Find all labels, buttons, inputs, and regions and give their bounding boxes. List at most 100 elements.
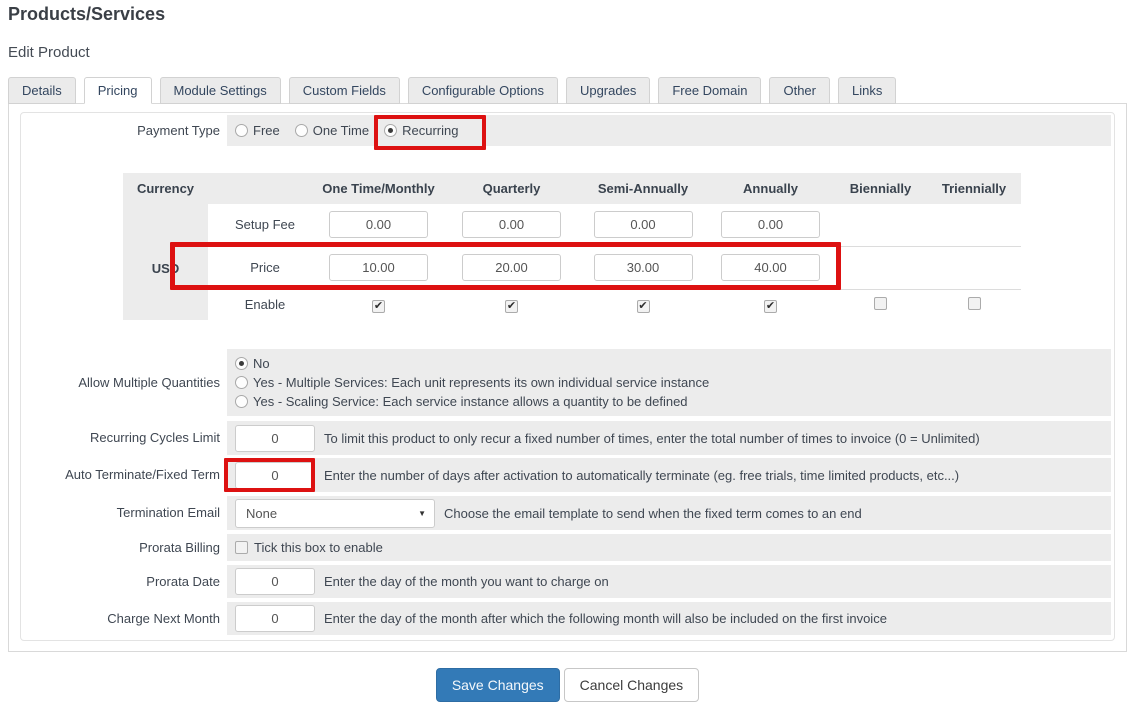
cancel-changes-button[interactable]: Cancel Changes xyxy=(564,668,700,702)
payment-type-row: Payment Type Free One Time Recurring xyxy=(24,115,1111,146)
header-triennially: Triennially xyxy=(927,173,1021,204)
setup-fee-annually-input[interactable] xyxy=(721,211,820,238)
prorata-billing-label: Prorata Billing xyxy=(24,534,227,561)
payment-type-option-free[interactable]: Free xyxy=(235,123,280,138)
setup-fee-quarterly-input[interactable] xyxy=(462,211,561,238)
price-monthly-input[interactable] xyxy=(329,254,428,281)
enable-semiannually-checkbox[interactable] xyxy=(637,300,650,313)
tab-pricing[interactable]: Pricing xyxy=(84,77,152,104)
charge-next-month-row: Charge Next Month Enter the day of the m… xyxy=(24,602,1111,635)
tab-other[interactable]: Other xyxy=(769,77,830,104)
prorata-date-label: Prorata Date xyxy=(24,565,227,598)
tab-details[interactable]: Details xyxy=(8,77,76,104)
tab-upgrades[interactable]: Upgrades xyxy=(566,77,650,104)
enable-monthly-checkbox[interactable] xyxy=(372,300,385,313)
radio-free-label: Free xyxy=(253,123,280,138)
charge-next-month-label: Charge Next Month xyxy=(24,602,227,635)
header-biennially: Biennially xyxy=(834,173,927,204)
tab-configurable-options[interactable]: Configurable Options xyxy=(408,77,558,104)
payment-type-label: Payment Type xyxy=(24,115,227,146)
currency-pricing-table: Currency One Time/Monthly Quarterly Semi… xyxy=(123,173,1021,320)
pricing-tab-panel: Payment Type Free One Time Recurring xyxy=(8,103,1127,652)
pricing-header-row: Currency One Time/Monthly Quarterly Semi… xyxy=(123,173,1021,204)
amq-option-multiple-services[interactable]: Yes - Multiple Services: Each unit repre… xyxy=(235,375,709,390)
price-label: Price xyxy=(208,246,313,289)
setup-fee-label: Setup Fee xyxy=(208,204,313,246)
termination-email-label: Termination Email xyxy=(24,496,227,530)
enable-annually-checkbox[interactable] xyxy=(764,300,777,313)
radio-amq-multiple-services[interactable] xyxy=(235,376,248,389)
enable-quarterly-checkbox[interactable] xyxy=(505,300,518,313)
radio-amq-no[interactable] xyxy=(235,357,248,370)
radio-recurring-label: Recurring xyxy=(402,123,458,138)
header-spacer xyxy=(208,173,313,204)
radio-amq-no-label: No xyxy=(253,356,270,371)
auto-terminate-input[interactable] xyxy=(235,462,315,489)
prorata-billing-checkbox-label: Tick this box to enable xyxy=(254,540,383,555)
header-one-time-monthly: One Time/Monthly xyxy=(313,173,444,204)
tab-custom-fields[interactable]: Custom Fields xyxy=(289,77,400,104)
save-changes-button[interactable]: Save Changes xyxy=(436,668,560,702)
charge-next-month-input[interactable] xyxy=(235,605,315,632)
amq-option-no[interactable]: No xyxy=(235,356,709,371)
allow-multiple-quantities-label: Allow Multiple Quantities xyxy=(24,349,227,416)
recurring-cycles-limit-label: Recurring Cycles Limit xyxy=(24,421,227,455)
products-services-page: Products/Services Edit Product Details P… xyxy=(0,0,1135,709)
radio-recurring[interactable] xyxy=(384,124,397,137)
radio-one-time-label: One Time xyxy=(313,123,369,138)
auto-terminate-label: Auto Terminate/Fixed Term xyxy=(24,458,227,492)
price-quarterly-input[interactable] xyxy=(462,254,561,281)
tab-module-settings[interactable]: Module Settings xyxy=(160,77,281,104)
termination-email-selected-value: None xyxy=(246,506,277,521)
prorata-billing-row: Prorata Billing Tick this box to enable xyxy=(24,534,1111,561)
auto-terminate-description: Enter the number of days after activatio… xyxy=(324,468,959,483)
prorata-date-input[interactable] xyxy=(235,568,315,595)
recurring-cycles-limit-description: To limit this product to only recur a fi… xyxy=(324,431,980,446)
enable-biennially-checkbox[interactable] xyxy=(874,297,887,310)
currency-cell: USD xyxy=(123,204,208,320)
header-semi-annually: Semi-Annually xyxy=(579,173,707,204)
enable-triennially-checkbox[interactable] xyxy=(968,297,981,310)
termination-email-select[interactable]: None ▼ xyxy=(235,499,435,528)
chevron-down-icon: ▼ xyxy=(418,509,426,518)
enable-row: Enable xyxy=(123,289,1021,320)
termination-email-row: Termination Email None ▼ Choose the emai… xyxy=(24,496,1111,530)
price-row: Price xyxy=(123,246,1021,289)
footer-actions: Save Changes Cancel Changes xyxy=(0,668,1135,702)
recurring-cycles-limit-input[interactable] xyxy=(235,425,315,452)
radio-amq-scaling-service[interactable] xyxy=(235,395,248,408)
price-annually-input[interactable] xyxy=(721,254,820,281)
termination-email-description: Choose the email template to send when t… xyxy=(444,506,862,521)
header-currency: Currency xyxy=(123,173,208,204)
setup-fee-monthly-input[interactable] xyxy=(329,211,428,238)
radio-amq-scaling-service-label: Yes - Scaling Service: Each service inst… xyxy=(253,394,688,409)
auto-terminate-row: Auto Terminate/Fixed Term Enter the numb… xyxy=(24,458,1111,492)
amq-option-scaling-service[interactable]: Yes - Scaling Service: Each service inst… xyxy=(235,394,709,409)
page-subtitle: Edit Product xyxy=(8,44,1135,61)
allow-multiple-quantities-row: Allow Multiple Quantities No Yes - Multi… xyxy=(24,349,1111,416)
prorata-billing-checkbox[interactable] xyxy=(235,541,248,554)
radio-free[interactable] xyxy=(235,124,248,137)
tab-free-domain[interactable]: Free Domain xyxy=(658,77,761,104)
tab-links[interactable]: Links xyxy=(838,77,896,104)
payment-type-field: Free One Time Recurring xyxy=(227,115,1111,146)
page-title: Products/Services xyxy=(8,4,1135,25)
header-quarterly: Quarterly xyxy=(444,173,579,204)
tab-bar: Details Pricing Module Settings Custom F… xyxy=(8,77,1135,104)
prorata-date-row: Prorata Date Enter the day of the month … xyxy=(24,565,1111,598)
payment-type-option-recurring[interactable]: Recurring xyxy=(384,123,458,138)
header-annually: Annually xyxy=(707,173,834,204)
setup-fee-semiannually-input[interactable] xyxy=(594,211,693,238)
radio-one-time[interactable] xyxy=(295,124,308,137)
setup-fee-row: USD Setup Fee xyxy=(123,204,1021,246)
currency-pricing-table-wrap: Currency One Time/Monthly Quarterly Semi… xyxy=(123,173,1112,320)
enable-label: Enable xyxy=(208,289,313,320)
radio-amq-multiple-services-label: Yes - Multiple Services: Each unit repre… xyxy=(253,375,709,390)
pricing-form: Payment Type Free One Time Recurring xyxy=(20,112,1115,641)
allow-multiple-quantities-field: No Yes - Multiple Services: Each unit re… xyxy=(227,349,1111,416)
payment-type-option-one-time[interactable]: One Time xyxy=(295,123,369,138)
charge-next-month-description: Enter the day of the month after which t… xyxy=(324,611,887,626)
recurring-cycles-limit-row: Recurring Cycles Limit To limit this pro… xyxy=(24,421,1111,455)
prorata-date-description: Enter the day of the month you want to c… xyxy=(324,574,609,589)
price-semiannually-input[interactable] xyxy=(594,254,693,281)
